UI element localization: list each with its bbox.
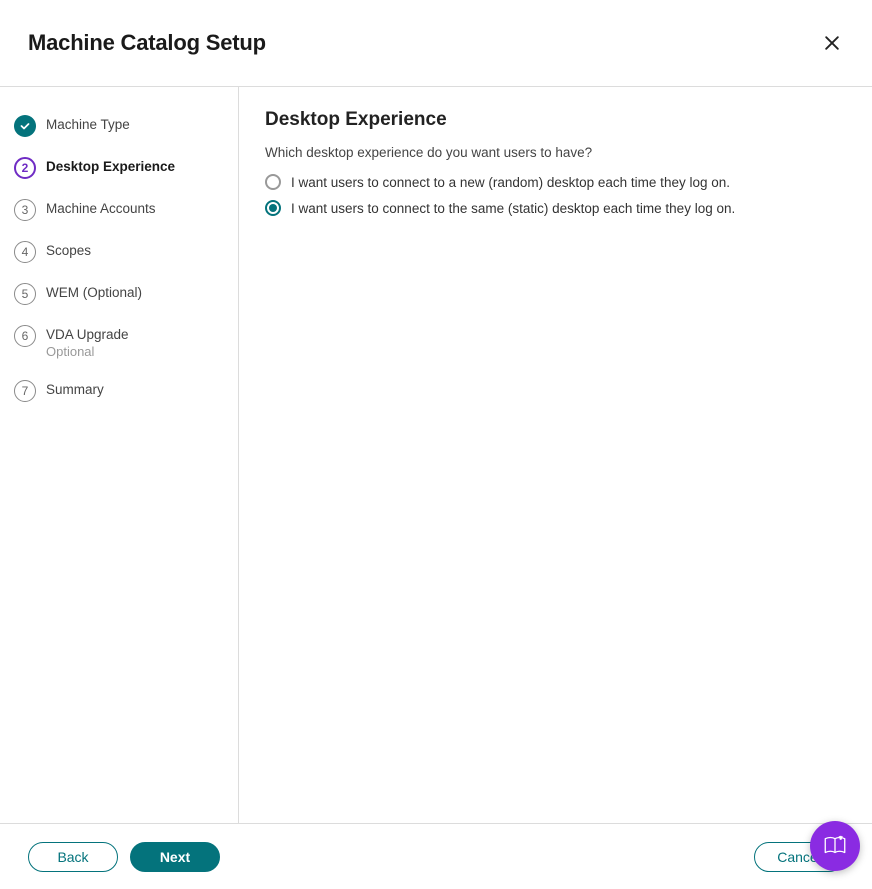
close-icon: [822, 33, 842, 53]
step-label: VDA Upgrade: [46, 327, 129, 344]
radio-label: I want users to connect to a new (random…: [291, 175, 730, 190]
radio-static-desktop[interactable]: I want users to connect to the same (sta…: [265, 200, 846, 216]
step-marker: 4: [14, 241, 36, 263]
radio-label: I want users to connect to the same (sta…: [291, 201, 735, 216]
dialog-footer: Back Next Cancel: [0, 823, 872, 889]
step-scopes[interactable]: 4 Scopes: [14, 231, 238, 273]
step-wem-optional[interactable]: 5 WEM (Optional): [14, 273, 238, 315]
step-marker: 5: [14, 283, 36, 305]
step-marker: [14, 115, 36, 137]
dialog-header: Machine Catalog Setup: [0, 0, 872, 87]
help-fab[interactable]: [810, 821, 860, 871]
radio-button-icon: [265, 200, 281, 216]
step-machine-type[interactable]: Machine Type: [14, 105, 238, 147]
step-marker: 7: [14, 380, 36, 402]
step-labels: Summary: [46, 380, 104, 399]
footer-left: Back Next: [28, 842, 220, 872]
step-desktop-experience[interactable]: 2 Desktop Experience: [14, 147, 238, 189]
step-labels: Scopes: [46, 241, 91, 260]
step-marker: 3: [14, 199, 36, 221]
step-marker: 2: [14, 157, 36, 179]
back-button[interactable]: Back: [28, 842, 118, 872]
dialog-body: Machine Type 2 Desktop Experience 3 Machine …: [0, 87, 872, 823]
step-machine-accounts[interactable]: 3 Machine Accounts: [14, 189, 238, 231]
radio-random-desktop[interactable]: I want users to connect to a new (random…: [265, 174, 846, 190]
step-label: Summary: [46, 382, 104, 399]
close-button[interactable]: [820, 31, 844, 55]
panel-question: Which desktop experience do you want use…: [265, 145, 846, 160]
help-book-icon: [822, 833, 848, 859]
step-label: Scopes: [46, 243, 91, 260]
step-labels: VDA UpgradeOptional: [46, 325, 129, 360]
step-marker: 6: [14, 325, 36, 347]
desktop-experience-radio-group: I want users to connect to a new (random…: [265, 174, 846, 216]
step-summary[interactable]: 7 Summary: [14, 370, 238, 412]
wizard-content: Desktop Experience Which desktop experie…: [239, 87, 872, 823]
step-sublabel: Optional: [46, 344, 129, 360]
step-label: WEM (Optional): [46, 285, 142, 302]
check-icon: [19, 120, 31, 132]
next-button[interactable]: Next: [130, 842, 220, 872]
step-label: Desktop Experience: [46, 159, 175, 176]
step-vda-upgrade[interactable]: 6 VDA UpgradeOptional: [14, 315, 238, 370]
step-label: Machine Type: [46, 117, 130, 134]
wizard-sidebar: Machine Type 2 Desktop Experience 3 Machine …: [0, 87, 239, 823]
step-labels: Machine Type: [46, 115, 130, 134]
step-labels: Desktop Experience: [46, 157, 175, 176]
step-labels: WEM (Optional): [46, 283, 142, 302]
radio-button-icon: [265, 174, 281, 190]
step-labels: Machine Accounts: [46, 199, 156, 218]
page-title: Machine Catalog Setup: [28, 30, 266, 56]
panel-title: Desktop Experience: [265, 109, 846, 131]
step-label: Machine Accounts: [46, 201, 156, 218]
